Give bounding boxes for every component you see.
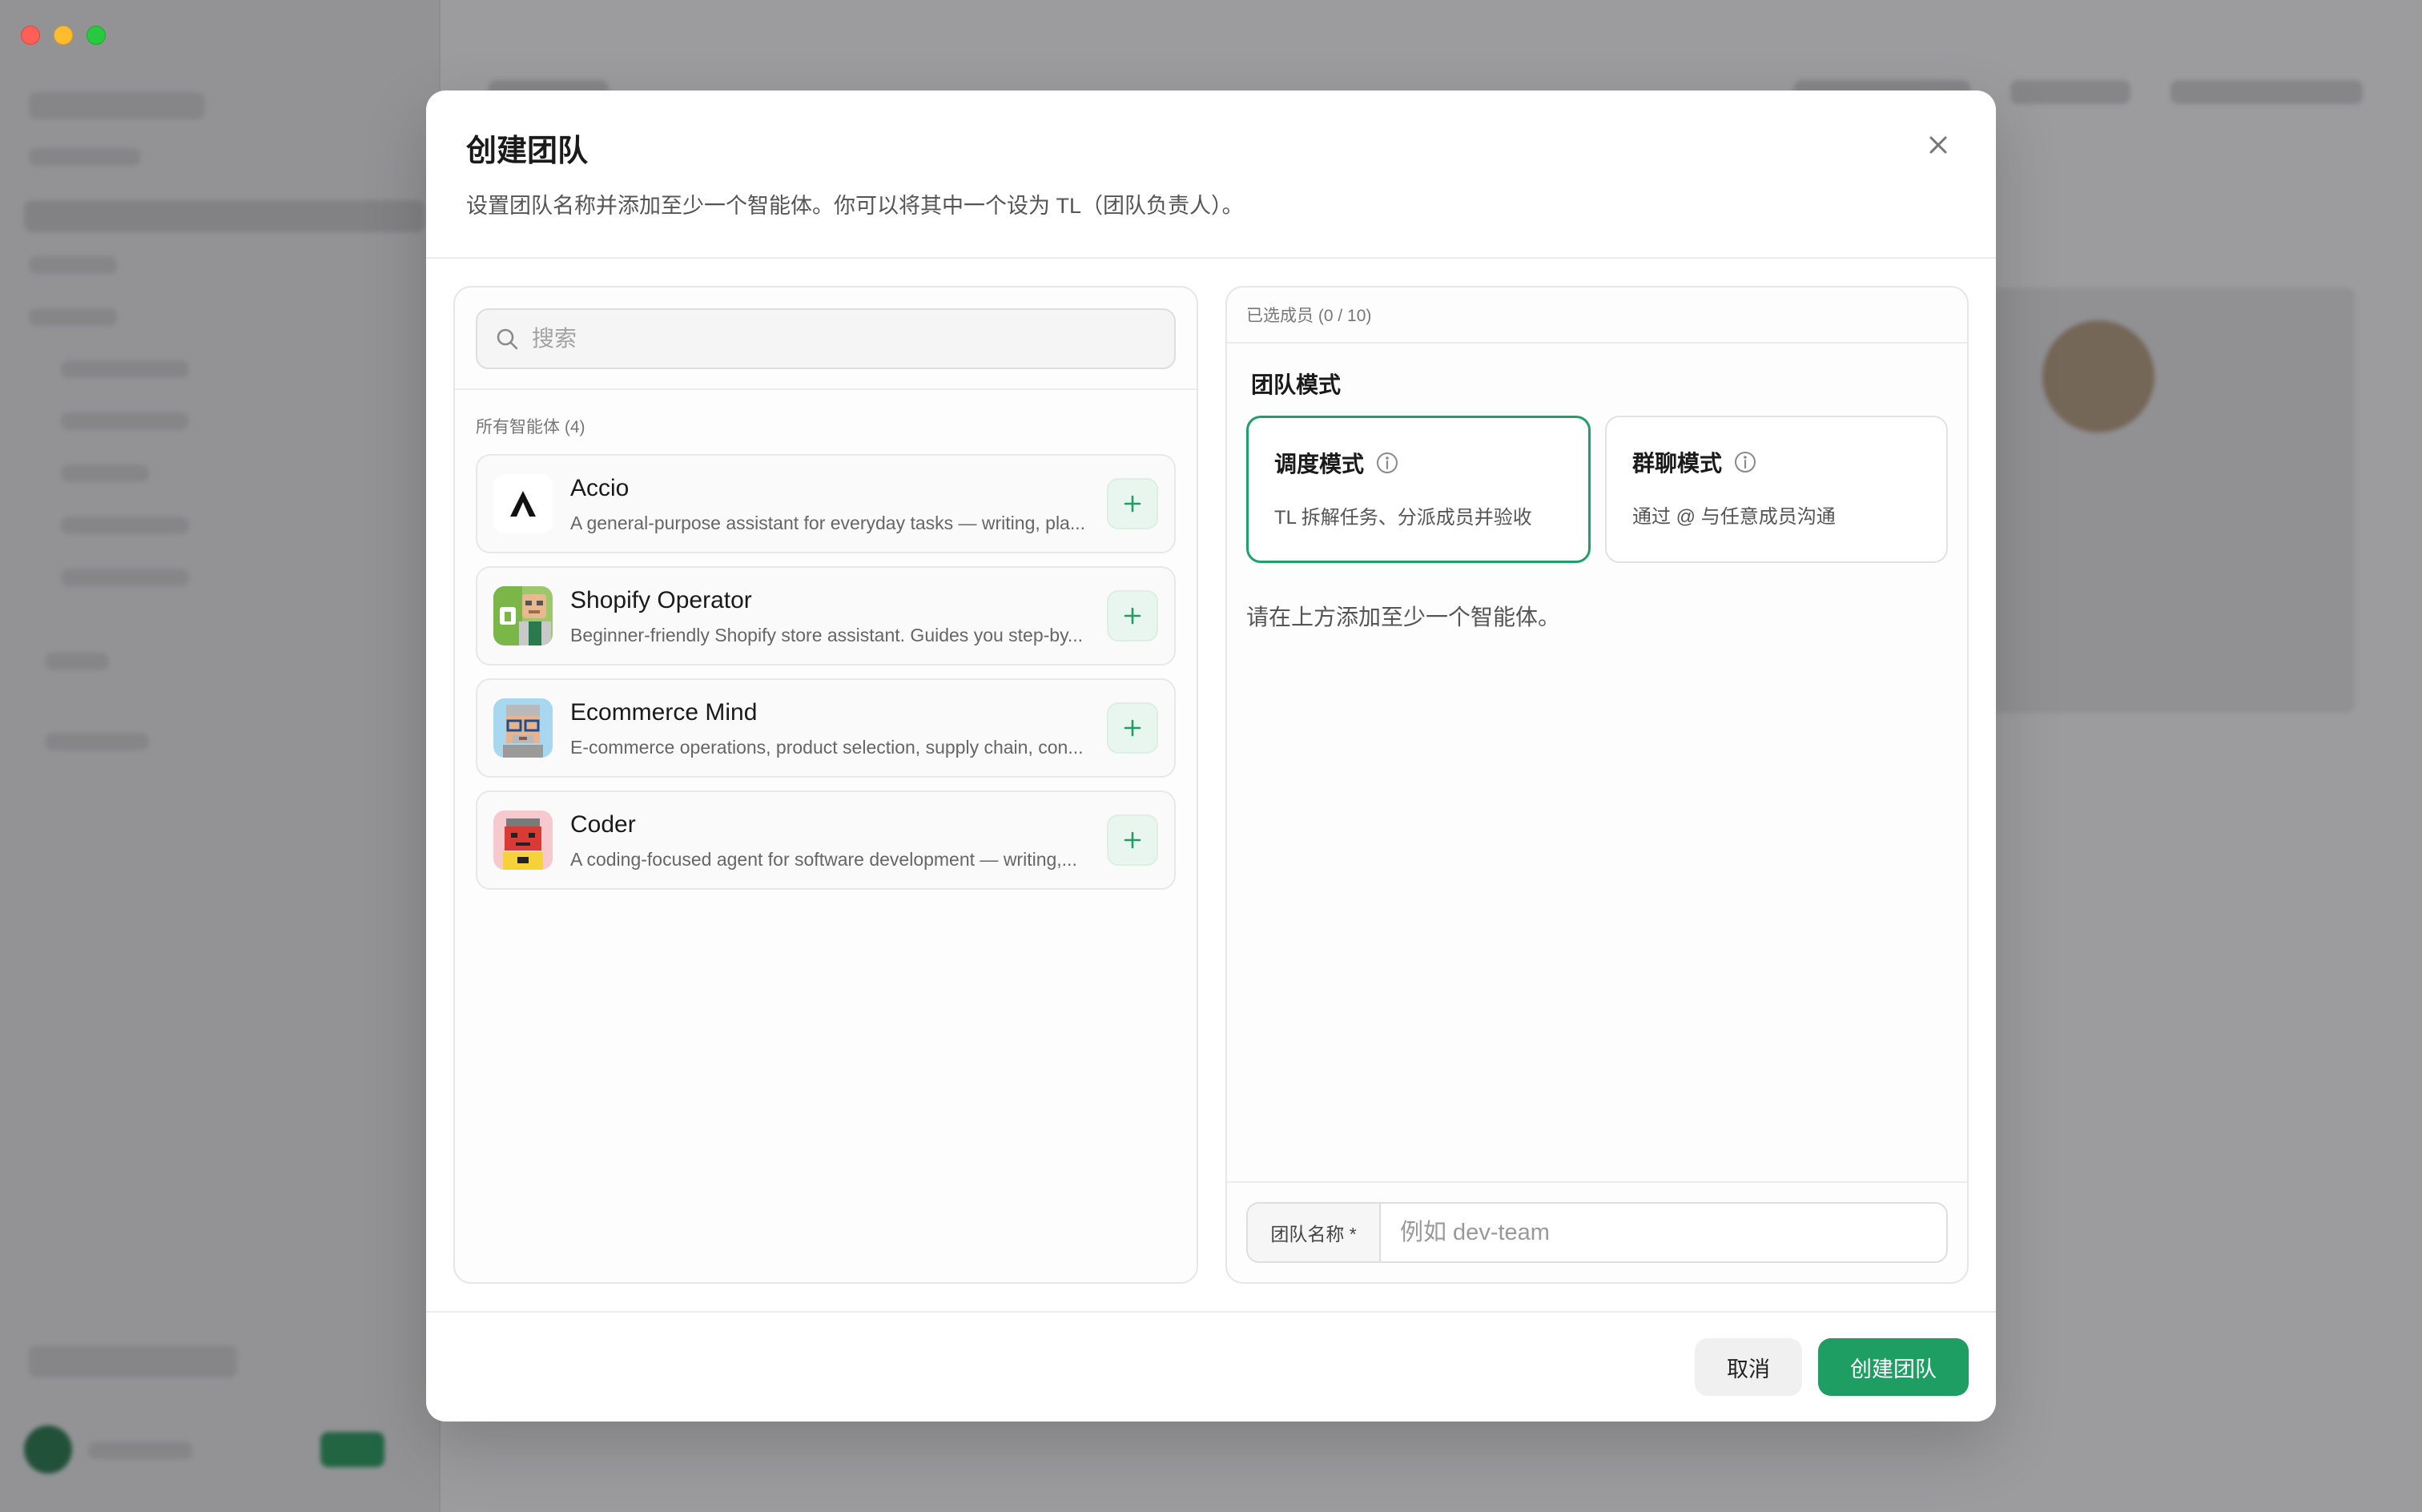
agent-card-shopify-operator[interactable]: Shopify Operator Beginner-friendly Shopi… — [476, 566, 1176, 666]
team-name-field[interactable]: 团队名称 * — [1246, 1202, 1948, 1263]
agent-name: Accio — [570, 474, 630, 501]
create-team-dialog: 创建团队 设置团队名称并添加至少一个智能体。你可以将其中一个设为 TL（团队负责… — [426, 90, 1996, 1422]
minimize-window-button[interactable] — [54, 26, 73, 45]
agent-name: Ecommerce Mind — [570, 698, 758, 726]
accio-logo-icon — [493, 474, 553, 533]
dialog-footer: 取消 创建团队 — [426, 1311, 1996, 1422]
team-mode-title: 团队模式 — [1251, 372, 1342, 397]
agent-name: Shopify Operator — [570, 586, 752, 613]
plus-icon — [1124, 831, 1141, 849]
mode-title: 调度模式 — [1274, 452, 1365, 477]
empty-members-hint: 请在上方添加至少一个智能体。 — [1246, 605, 1561, 629]
team-name-label: 团队名称 * — [1248, 1204, 1381, 1261]
close-icon — [1929, 136, 1947, 154]
mode-card-dispatch[interactable]: 调度模式 TL 拆解任务、分派成员并验收 — [1246, 416, 1591, 563]
close-dialog-button[interactable] — [1916, 123, 1961, 167]
agent-card-ecommerce-mind[interactable]: Ecommerce Mind E-commerce operations, pr… — [476, 678, 1176, 778]
maximize-window-button[interactable] — [86, 26, 106, 45]
dialog-header: 创建团队 设置团队名称并添加至少一个智能体。你可以将其中一个设为 TL（团队负责… — [426, 90, 1996, 259]
dialog-subtitle: 设置团队名称并添加至少一个智能体。你可以将其中一个设为 TL（团队负责人）。 — [466, 193, 1244, 218]
add-agent-button[interactable] — [1107, 478, 1158, 529]
add-agent-button[interactable] — [1107, 814, 1158, 866]
close-window-button[interactable] — [21, 26, 40, 45]
agents-section-label: 所有智能体 (4) — [476, 418, 585, 436]
plus-icon — [1124, 719, 1141, 737]
info-icon[interactable] — [1733, 450, 1757, 474]
window-controls — [21, 26, 106, 45]
agent-picker-panel: 所有智能体 (4) Accio A general-purpose assist… — [453, 286, 1198, 1284]
search-field[interactable] — [476, 308, 1176, 369]
agent-description: A coding-focused agent for software deve… — [570, 848, 1077, 870]
ecommerce-mind-avatar-icon — [493, 698, 553, 758]
agent-name: Coder — [570, 810, 636, 838]
create-team-button[interactable]: 创建团队 — [1818, 1338, 1969, 1396]
plus-icon — [1124, 607, 1141, 625]
shopify-operator-avatar-icon — [493, 586, 553, 645]
team-mode-section: 团队模式 调度模式 TL 拆解任务、分派成员并验收 群聊模式 通过 @ 与任意成… — [1227, 344, 1967, 1181]
dialog-title: 创建团队 — [466, 135, 589, 168]
coder-avatar-icon — [493, 810, 553, 870]
agent-description: Beginner-friendly Shopify store assistan… — [570, 624, 1084, 645]
mode-description: 通过 @ 与任意成员沟通 — [1632, 506, 1836, 528]
plus-icon — [1124, 495, 1141, 513]
mode-title: 群聊模式 — [1632, 451, 1723, 476]
mode-card-group-chat[interactable]: 群聊模式 通过 @ 与任意成员沟通 — [1605, 416, 1948, 563]
add-agent-button[interactable] — [1107, 590, 1158, 641]
search-input[interactable] — [532, 326, 1157, 352]
add-agent-button[interactable] — [1107, 702, 1158, 754]
agent-card-coder[interactable]: Coder A coding-focused agent for softwar… — [476, 790, 1176, 890]
selected-members-label: 已选成员 (0 / 10) — [1227, 288, 1967, 344]
divider — [455, 388, 1197, 390]
team-name-section: 团队名称 * — [1227, 1181, 1967, 1282]
agent-description: E-commerce operations, product selection… — [570, 736, 1084, 758]
agent-description: A general-purpose assistant for everyday… — [570, 512, 1086, 533]
info-icon[interactable] — [1375, 451, 1399, 475]
selected-members-panel: 已选成员 (0 / 10) 团队模式 调度模式 TL 拆解任务、分派成员并验收 … — [1225, 286, 1969, 1284]
mode-description: TL 拆解任务、分派成员并验收 — [1274, 507, 1532, 529]
cancel-button[interactable]: 取消 — [1695, 1338, 1802, 1396]
search-icon — [497, 328, 518, 350]
dialog-body: 所有智能体 (4) Accio A general-purpose assist… — [426, 259, 1996, 1311]
team-mode-options: 调度模式 TL 拆解任务、分派成员并验收 群聊模式 通过 @ 与任意成员沟通 — [1246, 416, 1948, 563]
team-name-input[interactable] — [1381, 1204, 1946, 1261]
agent-card-accio[interactable]: Accio A general-purpose assistant for ev… — [476, 454, 1176, 553]
